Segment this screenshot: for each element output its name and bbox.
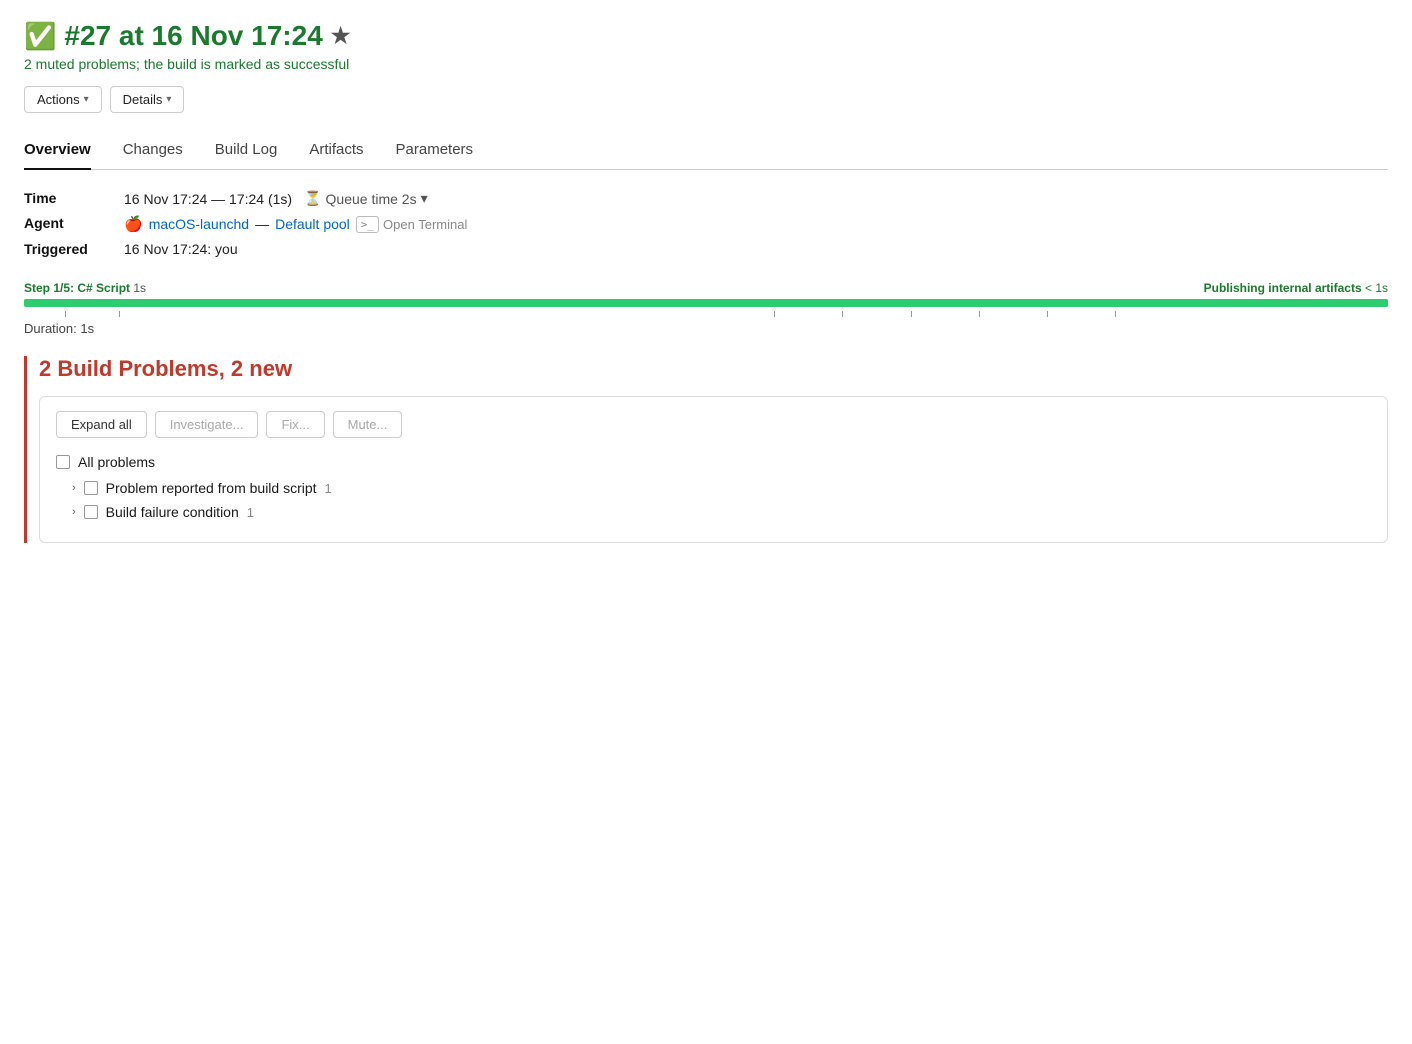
all-problems-row: All problems [56, 454, 1371, 470]
expand-all-button[interactable]: Expand all [56, 411, 147, 438]
tabs-nav: Overview Changes Build Log Artifacts Par… [24, 133, 1388, 170]
build-title: ✅ #27 at 16 Nov 17:24 ★ [24, 20, 1388, 52]
step-label: Step 1/5: C# Script 1s [24, 281, 146, 295]
build-timeline: Step 1/5: C# Script 1s Publishing intern… [24, 281, 1388, 336]
all-problems-checkbox[interactable] [56, 455, 70, 469]
tab-overview[interactable]: Overview [24, 133, 91, 170]
build-info: Time 16 Nov 17:24 — 17:24 (1s) ⏳ Queue t… [24, 190, 1388, 257]
agent-name-link[interactable]: macOS-launchd [149, 216, 249, 232]
triggered-text: 16 Nov 17:24: you [124, 241, 238, 257]
build-number: #27 at 16 Nov 17:24 [64, 20, 322, 52]
queue-time-label: Queue time 2s [326, 191, 417, 207]
agent-label: Agent [24, 215, 124, 233]
mute-button[interactable]: Mute... [333, 411, 403, 438]
queue-time: ⏳ Queue time 2s ▾ [304, 190, 428, 207]
success-check-icon: ✅ [24, 21, 56, 52]
terminal-icon: >_ [356, 216, 379, 233]
build-subtitle: 2 muted problems; the build is marked as… [24, 56, 1388, 72]
actions-button[interactable]: Actions ▾ [24, 86, 102, 113]
tab-changes[interactable]: Changes [123, 133, 183, 170]
open-terminal-button[interactable]: >_ Open Terminal [356, 216, 468, 233]
problem-1-checkbox[interactable] [84, 481, 98, 495]
apple-icon: 🍎 [124, 215, 143, 233]
hourglass-icon: ⏳ [304, 190, 321, 207]
agent-value: 🍎 macOS-launchd — Default pool >_ Open T… [124, 215, 1388, 233]
problem-1-count: 1 [325, 481, 332, 496]
timeline-bar-fill [24, 299, 1388, 307]
problem-1-expand-icon[interactable]: › [72, 482, 76, 494]
step-duration: 1s [133, 281, 146, 295]
publish-name: Publishing internal artifacts [1204, 281, 1362, 295]
actions-label: Actions [37, 92, 80, 107]
duration-label: Duration: 1s [24, 321, 1388, 336]
time-label: Time [24, 190, 124, 207]
problem-1-label: Problem reported from build script [106, 480, 317, 496]
problem-2-count: 1 [247, 505, 254, 520]
problem-2-checkbox[interactable] [84, 505, 98, 519]
timeline-ticks [24, 311, 1388, 317]
favorite-star-icon[interactable]: ★ [331, 23, 351, 49]
timeline-labels: Step 1/5: C# Script 1s Publishing intern… [24, 281, 1388, 295]
problem-2-expand-icon[interactable]: › [72, 506, 76, 518]
agent-separator: — [255, 216, 269, 232]
details-chevron-icon: ▾ [166, 94, 171, 105]
time-range: 16 Nov 17:24 — 17:24 (1s) [124, 191, 292, 207]
details-button[interactable]: Details ▾ [110, 86, 185, 113]
page-header: ✅ #27 at 16 Nov 17:24 ★ 2 muted problems… [24, 20, 1388, 113]
triggered-label: Triggered [24, 241, 124, 257]
details-label: Details [123, 92, 163, 107]
header-buttons: Actions ▾ Details ▾ [24, 86, 1388, 113]
tab-artifacts[interactable]: Artifacts [309, 133, 363, 170]
investigate-button[interactable]: Investigate... [155, 411, 259, 438]
agent-pool-link[interactable]: Default pool [275, 216, 350, 232]
open-terminal-label: Open Terminal [383, 217, 467, 232]
timeline-bar-container [24, 299, 1388, 307]
actions-chevron-icon: ▾ [84, 94, 89, 105]
fix-button[interactable]: Fix... [266, 411, 324, 438]
all-problems-label: All problems [78, 454, 155, 470]
tab-build-log[interactable]: Build Log [215, 133, 278, 170]
problems-box: Expand all Investigate... Fix... Mute...… [39, 396, 1388, 543]
problem-item-2: › Build failure condition 1 [56, 504, 1371, 520]
step-name: Step 1/5: C# Script [24, 281, 130, 295]
build-problems-section: 2 Build Problems, 2 new Expand all Inves… [24, 356, 1388, 543]
problem-2-label: Build failure condition [106, 504, 239, 520]
problems-actions: Expand all Investigate... Fix... Mute... [56, 411, 1371, 438]
publish-label: Publishing internal artifacts < 1s [1204, 281, 1388, 295]
problem-item-1: › Problem reported from build script 1 [56, 480, 1371, 496]
problems-title: 2 Build Problems, 2 new [39, 356, 1388, 382]
triggered-value: 16 Nov 17:24: you [124, 241, 1388, 257]
time-value: 16 Nov 17:24 — 17:24 (1s) ⏳ Queue time 2… [124, 190, 1388, 207]
tab-parameters[interactable]: Parameters [396, 133, 474, 170]
queue-chevron-icon: ▾ [421, 190, 428, 207]
